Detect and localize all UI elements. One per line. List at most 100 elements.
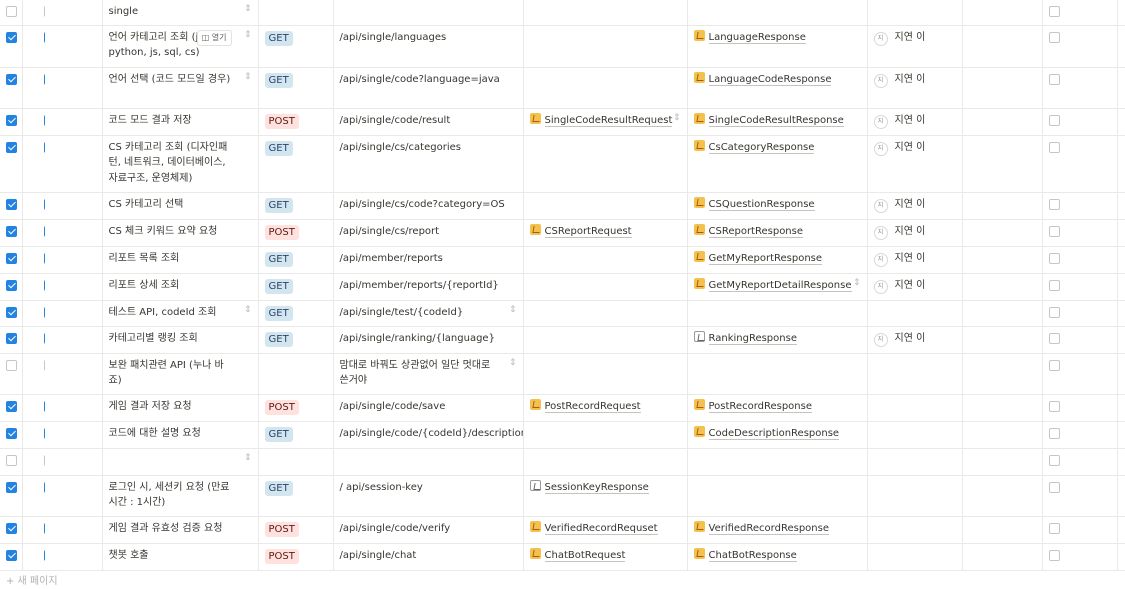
empty-cell[interactable] xyxy=(962,543,1043,571)
assignee-cell[interactable]: 지 지연 이 xyxy=(867,25,963,68)
response-cell[interactable]: PostRecordResponse xyxy=(687,394,868,422)
request-link[interactable]: CSReportRequest xyxy=(544,225,632,238)
extra-checkbox[interactable] xyxy=(1048,427,1060,439)
response-link[interactable]: ChatBotResponse xyxy=(708,549,797,562)
done-checkbox[interactable] xyxy=(44,481,45,493)
extra-checkbox[interactable] xyxy=(1048,481,1060,493)
method-cell[interactable] xyxy=(258,448,334,476)
request-link[interactable]: SessionKeyResponse xyxy=(544,481,649,494)
url-cell[interactable]: /api/single/cs/categories xyxy=(333,135,524,193)
response-link[interactable]: LanguageResponse xyxy=(708,31,806,44)
request-cell[interactable] xyxy=(523,353,688,395)
response-link[interactable]: RankingResponse xyxy=(708,332,797,345)
select-checkbox[interactable] xyxy=(6,31,17,43)
extra-checkbox[interactable] xyxy=(1048,549,1060,561)
done-checkbox[interactable] xyxy=(44,73,45,85)
request-link[interactable]: PostRecordRequest xyxy=(544,400,641,413)
done-checkbox[interactable] xyxy=(44,549,45,561)
response-cell[interactable]: LanguageResponse xyxy=(687,25,868,68)
method-cell[interactable]: POST xyxy=(258,543,334,571)
assignee-cell[interactable] xyxy=(867,300,963,327)
url-cell[interactable]: /api/single/test/{codeId} ⇕ xyxy=(333,300,524,327)
method-cell[interactable]: POST xyxy=(258,219,334,247)
new-page-button[interactable]: + 새 페이지 xyxy=(6,575,58,589)
empty-cell[interactable] xyxy=(962,219,1043,247)
open-button[interactable]: ◫ 열기 xyxy=(196,29,232,46)
url-cell[interactable]: /api/single/code/save xyxy=(333,394,524,422)
request-cell[interactable] xyxy=(523,326,688,354)
extra-checkbox[interactable] xyxy=(1048,359,1060,371)
name-cell[interactable]: 챗봇 호출 xyxy=(102,543,259,571)
response-cell[interactable]: GetMyReportDetailResponse ⇕ xyxy=(687,273,868,301)
assignee-cell[interactable] xyxy=(867,394,963,422)
extra-checkbox[interactable] xyxy=(1048,400,1060,412)
extra-checkbox[interactable] xyxy=(1048,198,1060,210)
sort-handle-icon[interactable]: ⇕ xyxy=(853,278,861,288)
request-link[interactable]: ChatBotRequest xyxy=(544,549,626,562)
select-checkbox[interactable] xyxy=(6,400,17,412)
assignee-cell[interactable] xyxy=(867,421,963,449)
url-cell[interactable]: /api/single/code?language=java xyxy=(333,67,524,109)
response-cell[interactable]: LanguageCodeResponse xyxy=(687,67,868,109)
response-link[interactable]: VerifiedRecordResponse xyxy=(708,522,829,535)
method-cell[interactable]: GET xyxy=(258,135,334,193)
select-checkbox[interactable] xyxy=(6,225,17,237)
select-checkbox[interactable] xyxy=(6,332,17,344)
request-cell[interactable] xyxy=(523,300,688,327)
request-cell[interactable]: PostRecordRequest xyxy=(523,394,688,422)
response-cell[interactable]: SingleCodeResultResponse xyxy=(687,108,868,136)
extra-checkbox[interactable] xyxy=(1048,279,1060,291)
url-cell[interactable]: /api/single/cs/report xyxy=(333,219,524,247)
url-cell[interactable]: /api/single/chat xyxy=(333,543,524,571)
method-cell[interactable]: GET xyxy=(258,25,334,68)
assignee-cell[interactable] xyxy=(867,516,963,544)
response-link[interactable]: CSReportResponse xyxy=(708,225,804,238)
assignee-cell[interactable] xyxy=(867,543,963,571)
response-cell[interactable] xyxy=(687,300,868,327)
extra-checkbox[interactable] xyxy=(1048,6,1060,17)
name-cell[interactable]: ⇕ xyxy=(102,448,259,476)
url-cell[interactable] xyxy=(333,448,524,476)
response-link[interactable]: GetMyReportResponse xyxy=(708,252,823,265)
empty-cell[interactable] xyxy=(962,421,1043,449)
method-cell[interactable]: POST xyxy=(258,394,334,422)
select-checkbox[interactable] xyxy=(6,306,17,318)
url-cell[interactable]: /api/member/reports xyxy=(333,246,524,274)
request-cell[interactable] xyxy=(523,192,688,220)
response-cell[interactable]: CsCategoryResponse xyxy=(687,135,868,193)
name-cell[interactable]: 코드에 대한 설명 요청 xyxy=(102,421,259,449)
assignee-cell[interactable]: 지 지연 이 xyxy=(867,135,963,193)
extra-checkbox[interactable] xyxy=(1048,306,1060,318)
response-link[interactable]: CodeDescriptionResponse xyxy=(708,427,840,440)
done-checkbox[interactable] xyxy=(44,6,45,17)
extra-checkbox[interactable] xyxy=(1048,73,1060,85)
select-checkbox[interactable] xyxy=(6,427,17,439)
empty-cell[interactable] xyxy=(962,448,1043,476)
select-checkbox[interactable] xyxy=(6,359,17,371)
done-checkbox[interactable] xyxy=(44,31,45,43)
done-checkbox[interactable] xyxy=(44,225,45,237)
method-cell[interactable]: GET xyxy=(258,67,334,109)
sort-handle-icon[interactable]: ⇕ xyxy=(244,30,252,40)
response-cell[interactable] xyxy=(687,353,868,395)
request-cell[interactable] xyxy=(523,448,688,476)
assignee-cell[interactable]: 지 지연 이 xyxy=(867,246,963,274)
assignee-cell[interactable] xyxy=(867,353,963,395)
name-cell[interactable]: 언어 카테고리 조회 (java, python, js, sql, cs) ◫ … xyxy=(102,25,259,68)
select-checkbox[interactable] xyxy=(6,454,17,466)
assignee-cell[interactable] xyxy=(867,475,963,517)
response-link[interactable]: LanguageCodeResponse xyxy=(708,73,832,86)
method-cell[interactable]: GET xyxy=(258,421,334,449)
request-cell[interactable]: SingleCodeResultRequest ⇕ xyxy=(523,108,688,136)
done-checkbox[interactable] xyxy=(44,306,45,318)
response-cell[interactable]: CSReportResponse xyxy=(687,219,868,247)
sort-handle-icon[interactable]: ⇕ xyxy=(509,358,517,368)
name-cell[interactable]: 리포트 상세 조회 xyxy=(102,273,259,301)
request-cell[interactable]: SessionKeyResponse xyxy=(523,475,688,517)
extra-checkbox[interactable] xyxy=(1048,332,1060,344)
name-cell[interactable]: 게임 결과 저장 요청 xyxy=(102,394,259,422)
url-cell[interactable]: /api/single/code/{codeId}/description xyxy=(333,421,524,449)
assignee-cell[interactable] xyxy=(867,0,963,26)
select-checkbox[interactable] xyxy=(6,73,17,85)
extra-checkbox[interactable] xyxy=(1048,522,1060,534)
